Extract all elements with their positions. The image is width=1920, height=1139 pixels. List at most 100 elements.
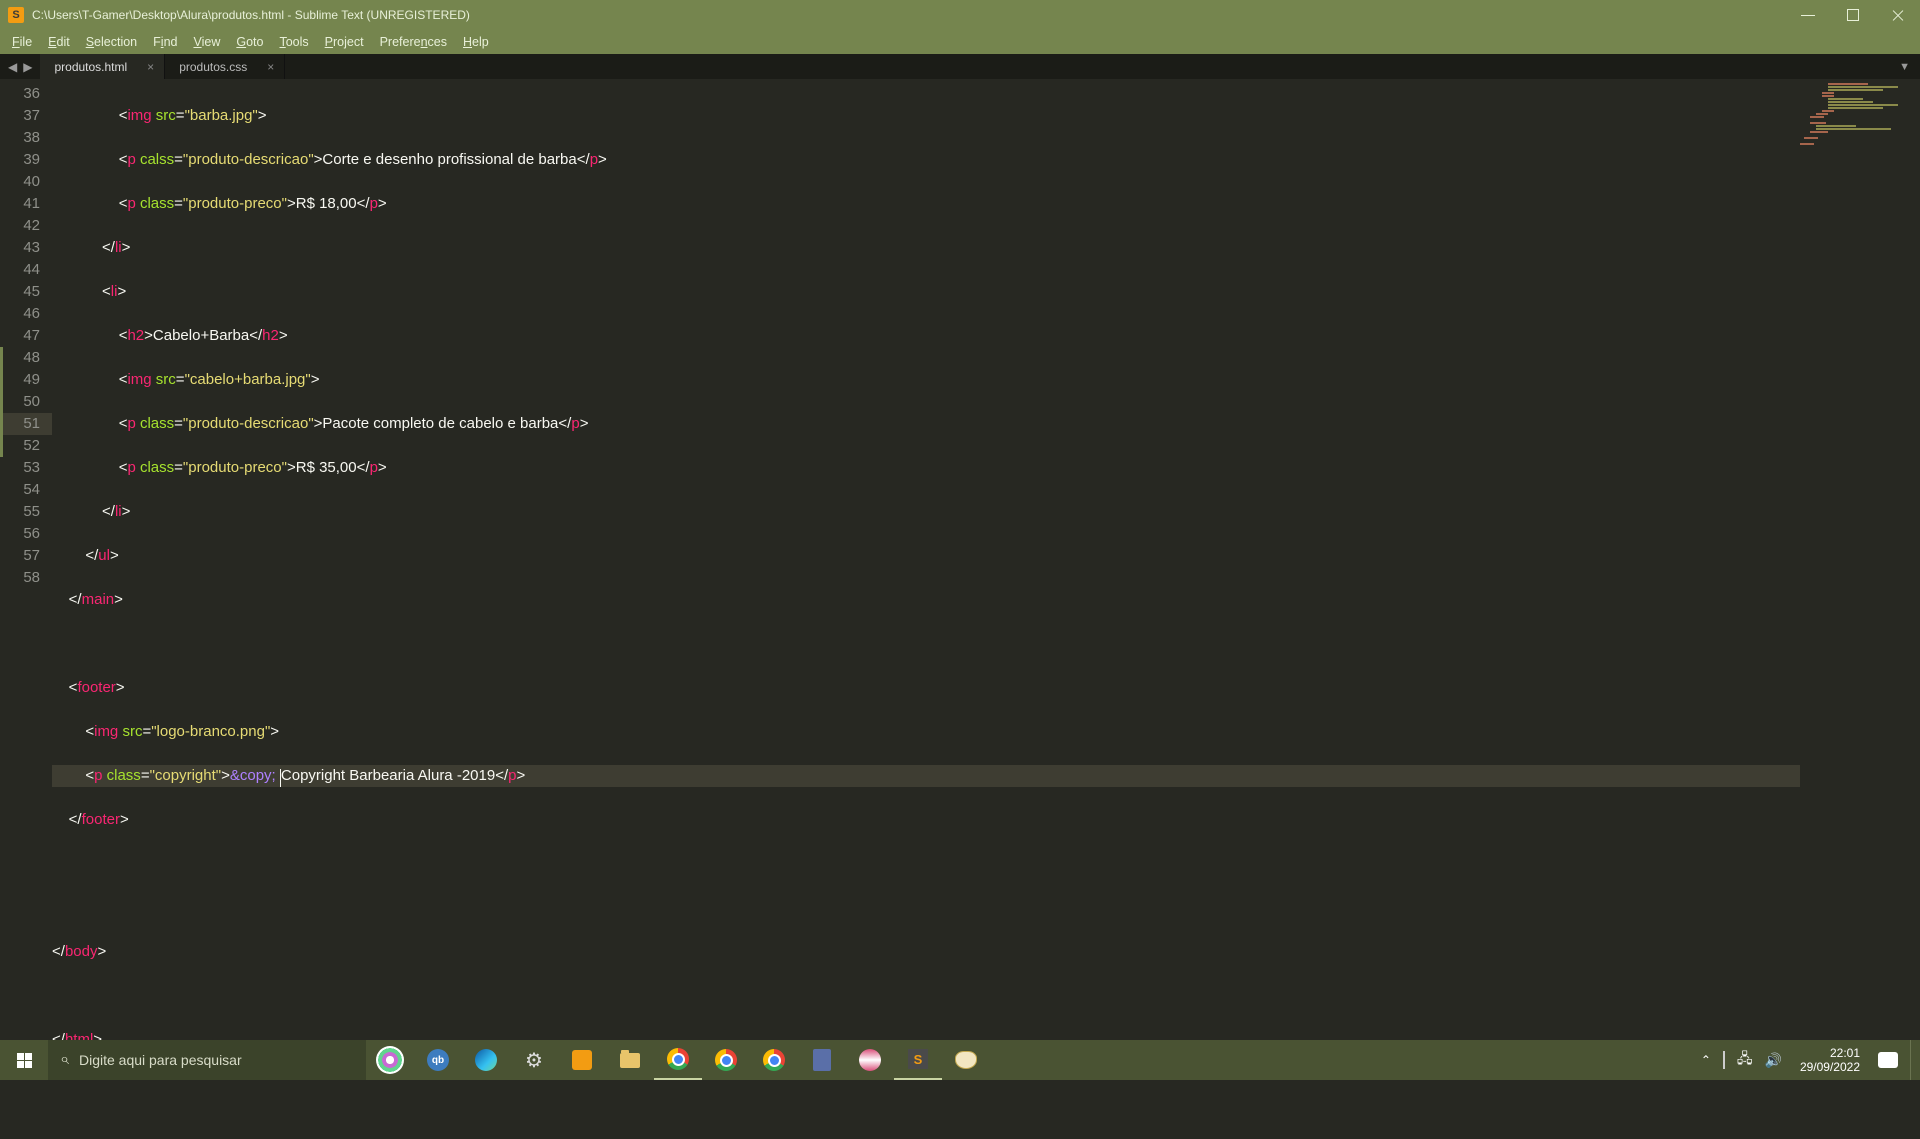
window-title: C:\Users\T-Gamer\Desktop\Alura\produtos.…	[32, 8, 1785, 22]
folder-icon	[620, 1053, 640, 1068]
code-area[interactable]: <img src="barba.jpg"> <p calss="produto-…	[52, 79, 1920, 1040]
line-number: 48	[0, 347, 40, 369]
taskbar-search[interactable]: ⌕ Digite aqui para pesquisar	[48, 1040, 366, 1080]
taskbar-media[interactable]	[558, 1040, 606, 1080]
gear-icon: ⚙	[525, 1048, 543, 1073]
tab-label: produtos.html	[54, 60, 127, 74]
titlebar: S C:\Users\T-Gamer\Desktop\Alura\produto…	[0, 0, 1920, 29]
close-button[interactable]	[1875, 0, 1920, 29]
app-icon	[859, 1049, 881, 1071]
network-icon[interactable]: 🖧	[1737, 1048, 1753, 1072]
tab-produtos-html[interactable]: produtos.html ×	[40, 54, 165, 79]
clock-time: 22:01	[1800, 1046, 1860, 1060]
line-number: 44	[0, 259, 40, 281]
line-number: 47	[0, 325, 40, 347]
menu-file[interactable]: File	[4, 32, 40, 52]
line-number: 45	[0, 281, 40, 303]
minimap[interactable]	[1800, 79, 1920, 1040]
line-number: 52	[0, 435, 40, 457]
start-button[interactable]	[0, 1040, 48, 1080]
chrome-icon	[763, 1049, 785, 1071]
decorative-icon	[376, 1046, 404, 1074]
tab-overflow-icon[interactable]: ▼	[1899, 61, 1910, 73]
menu-goto[interactable]: Goto	[228, 32, 271, 52]
media-icon	[572, 1050, 592, 1070]
line-number: 42	[0, 215, 40, 237]
line-number: 57	[0, 545, 40, 567]
taskbar-paint[interactable]	[942, 1040, 990, 1080]
line-number: 56	[0, 523, 40, 545]
taskbar-edge[interactable]	[462, 1040, 510, 1080]
search-placeholder: Digite aqui para pesquisar	[79, 1052, 242, 1068]
menu-preferences[interactable]: Preferences	[372, 32, 455, 52]
menu-selection[interactable]: Selection	[78, 32, 145, 52]
window-controls	[1785, 0, 1920, 29]
tab-nav-forward-icon[interactable]: ▶	[21, 60, 34, 74]
line-number: 37	[0, 105, 40, 127]
line-number: 41	[0, 193, 40, 215]
search-icon: ⌕	[60, 1051, 69, 1069]
taskbar-chrome-1[interactable]	[654, 1040, 702, 1080]
minimize-button[interactable]	[1785, 0, 1830, 29]
line-number: 53	[0, 457, 40, 479]
maximize-button[interactable]	[1830, 0, 1875, 29]
tab-label: produtos.css	[179, 60, 247, 74]
paint-icon	[955, 1051, 977, 1069]
sublime-icon: S	[908, 1049, 928, 1069]
calculator-icon	[813, 1049, 831, 1071]
windows-logo-icon	[17, 1053, 32, 1068]
line-number: 49	[0, 369, 40, 391]
line-number: 55	[0, 501, 40, 523]
menu-edit[interactable]: Edit	[40, 32, 78, 52]
taskbar-calculator[interactable]	[798, 1040, 846, 1080]
line-number: 46	[0, 303, 40, 325]
tab-bar: ◀ ▶ produtos.html × produtos.css × ▼	[0, 54, 1920, 79]
line-number: 58	[0, 567, 40, 589]
show-desktop-button[interactable]	[1910, 1040, 1916, 1080]
app-icon: S	[8, 7, 24, 23]
tray-overflow-icon[interactable]: ⌃	[1701, 1053, 1711, 1067]
tab-nav-arrows: ◀ ▶	[0, 54, 40, 79]
taskbar-sublime[interactable]: S	[894, 1040, 942, 1080]
line-number: 51	[0, 413, 52, 435]
minimize-icon	[1801, 8, 1815, 22]
gutter: 36 37 38 39 40 41 42 43 44 45 46 47 48 4…	[0, 79, 52, 1040]
tab-close-icon[interactable]: ×	[147, 60, 154, 74]
menu-tools[interactable]: Tools	[271, 32, 316, 52]
tab-close-icon[interactable]: ×	[267, 60, 274, 74]
taskbar-settings[interactable]: ⚙	[510, 1040, 558, 1080]
system-tray: ⌃ 🖧 🔊 22:01 29/09/2022	[1697, 1040, 1920, 1080]
battery-icon[interactable]	[1723, 1052, 1725, 1068]
taskbar-cortana[interactable]	[366, 1040, 414, 1080]
editor: 36 37 38 39 40 41 42 43 44 45 46 47 48 4…	[0, 79, 1920, 1040]
tab-nav-back-icon[interactable]: ◀	[6, 60, 19, 74]
menu-view[interactable]: View	[185, 32, 228, 52]
line-number: 43	[0, 237, 40, 259]
menu-project[interactable]: Project	[317, 32, 372, 52]
taskbar-app[interactable]	[846, 1040, 894, 1080]
line-number: 36	[0, 83, 40, 105]
chrome-icon	[715, 1049, 737, 1071]
chrome-icon	[667, 1048, 689, 1070]
line-number: 50	[0, 391, 40, 413]
line-number: 39	[0, 149, 40, 171]
taskbar-explorer[interactable]	[606, 1040, 654, 1080]
close-icon	[1891, 8, 1905, 22]
menu-find[interactable]: Find	[145, 32, 185, 52]
clock[interactable]: 22:01 29/09/2022	[1794, 1046, 1866, 1074]
edge-icon	[475, 1049, 497, 1071]
qbittorrent-icon: qb	[427, 1049, 449, 1071]
line-number: 40	[0, 171, 40, 193]
tab-produtos-css[interactable]: produtos.css ×	[165, 54, 285, 79]
action-center-icon[interactable]	[1878, 1052, 1898, 1068]
taskbar: ⌕ Digite aqui para pesquisar qb ⚙ S ⌃ 🖧 …	[0, 1040, 1920, 1080]
line-number: 54	[0, 479, 40, 501]
taskbar-chrome-2[interactable]	[702, 1040, 750, 1080]
menu-help[interactable]: Help	[455, 32, 497, 52]
line-number: 38	[0, 127, 40, 149]
taskbar-chrome-3[interactable]	[750, 1040, 798, 1080]
menubar: File Edit Selection Find View Goto Tools…	[0, 29, 1920, 54]
volume-icon[interactable]: 🔊	[1765, 1052, 1782, 1069]
maximize-icon	[1846, 8, 1860, 22]
taskbar-qbittorrent[interactable]: qb	[414, 1040, 462, 1080]
